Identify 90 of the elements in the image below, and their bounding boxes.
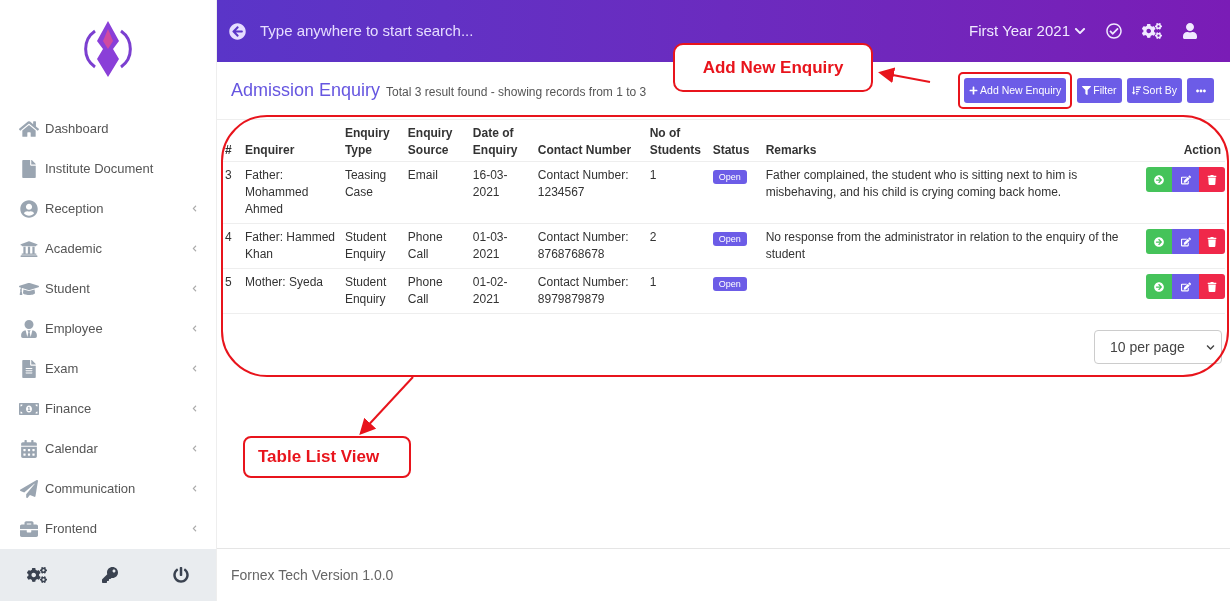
column-header: Remarks	[765, 143, 817, 157]
arrow	[359, 376, 414, 435]
chevron-icon	[1206, 342, 1215, 352]
column-header: Status	[712, 143, 750, 157]
table-cell: Contact Number: 8979879879	[537, 275, 629, 306]
table-cell: 2	[649, 230, 657, 244]
table-cell: 16-03-2021	[472, 168, 508, 199]
toolbar-button[interactable]: Sort By	[1126, 78, 1182, 103]
sidebar-item[interactable]: Communication	[0, 468, 216, 509]
building-icon	[19, 239, 39, 258]
column-header: Enquiry Source	[407, 126, 453, 157]
person-icon	[19, 319, 39, 338]
table-cell: Student Enquiry	[344, 230, 387, 261]
status-badge: Open	[712, 170, 747, 184]
trash-icon	[1207, 281, 1217, 292]
back-button[interactable]	[229, 22, 246, 40]
user-button[interactable]	[1182, 23, 1198, 39]
table-cell: 01-03-2021	[472, 230, 508, 261]
page-title: Admission Enquiry	[231, 79, 381, 102]
plus-icon	[969, 86, 979, 95]
sidebar-item[interactable]: Finance	[0, 388, 216, 429]
table-cell: 5	[225, 275, 232, 289]
status-badge: Open	[712, 277, 747, 291]
chevron-icon	[1074, 25, 1086, 37]
house-icon	[19, 119, 39, 138]
column-header: Contact Number	[537, 143, 632, 157]
status-badge: Open	[712, 232, 747, 246]
table-cell: Father: Hammed Khan	[244, 230, 335, 261]
version-text: Fornex Tech Version 1.0.0	[231, 565, 394, 585]
column-header: Date of Enquiry	[472, 126, 518, 157]
delete-button[interactable]	[1199, 274, 1225, 299]
search-field[interactable]: Type anywhere to start search...	[260, 19, 970, 43]
edit-button[interactable]	[1172, 167, 1199, 192]
column-header: Enquiry Type	[344, 126, 390, 157]
result-summary: Total 3 result found - showing records from 1 to 3	[386, 84, 648, 101]
edit-icon	[1180, 236, 1191, 247]
paper-plane-icon	[19, 479, 39, 498]
table-cell: 1	[649, 275, 657, 289]
table-cell: Father: Mohammed Ahmed	[244, 168, 309, 216]
sidebar-item[interactable]: Student	[0, 268, 216, 309]
check-button[interactable]	[1106, 23, 1122, 39]
table-cell: Email	[407, 168, 438, 182]
toolbar-button[interactable]: Add New Enquiry	[964, 78, 1067, 103]
table-cell: Phone Call	[407, 230, 443, 261]
sidebar-item[interactable]: Employee	[0, 308, 216, 349]
callout-label: Table List View	[243, 436, 411, 478]
edit-button[interactable]	[1172, 274, 1199, 299]
table-cell: Teasing Case	[344, 168, 387, 199]
edit-button[interactable]	[1172, 229, 1199, 254]
session-dropdown[interactable]: First Year 2021	[969, 19, 1086, 43]
sidebar-item[interactable]: Institute Document	[0, 148, 216, 189]
delete-button[interactable]	[1199, 229, 1225, 254]
arrow	[878, 67, 931, 84]
column-header: No of Students	[649, 126, 702, 157]
edit-icon	[1180, 174, 1191, 185]
table-cell: 4	[225, 230, 232, 244]
table-cell: 3	[225, 168, 232, 182]
settings-button[interactable]	[1142, 21, 1162, 41]
table-cell: Mother: Syeda	[244, 275, 323, 289]
table-cell: Father complained, the student who is sitting next to him is misbehaving, and his child is crying coming back home.	[765, 168, 1078, 199]
document-icon	[19, 159, 39, 178]
sidebar-item[interactable]: Calendar	[0, 428, 216, 469]
table-cell: No response from the administrator in relation to the enquiry of the student	[765, 230, 1119, 261]
calendar-icon	[19, 439, 39, 458]
per-page-select[interactable]: 10 per page	[1094, 330, 1222, 364]
table-cell: 01-02-2021	[472, 275, 508, 306]
table-cell: Student Enquiry	[344, 275, 387, 306]
column-header: #	[225, 143, 232, 157]
more-button[interactable]	[1187, 78, 1214, 103]
sidebar-item[interactable]: Reception	[0, 188, 216, 229]
briefcase-icon	[19, 519, 39, 538]
callout-label: Add New Enquiry	[673, 43, 873, 92]
table-cell: Contact Number: 8768768678	[537, 230, 629, 261]
edit-icon	[1180, 281, 1191, 292]
table-cell: Contact Number: 1234567	[537, 168, 629, 199]
column-header: Action	[1183, 143, 1221, 157]
trash-icon	[1207, 174, 1217, 185]
sidebar-item[interactable]: Dashboard	[0, 108, 216, 149]
trash-icon	[1207, 236, 1217, 247]
sidebar-item[interactable]: Frontend	[0, 508, 216, 549]
document-icon	[19, 359, 39, 378]
sidebar-item[interactable]: Exam	[0, 348, 216, 389]
column-header: Enquirer	[244, 143, 295, 157]
filter-icon	[1082, 86, 1092, 95]
table-cell: 1	[649, 168, 657, 182]
sort-icon	[1131, 86, 1141, 95]
sidebar-item[interactable]: Academic	[0, 228, 216, 269]
table-cell: Phone Call	[407, 275, 443, 306]
delete-button[interactable]	[1199, 167, 1225, 192]
toolbar-button[interactable]: Filter	[1077, 78, 1122, 103]
